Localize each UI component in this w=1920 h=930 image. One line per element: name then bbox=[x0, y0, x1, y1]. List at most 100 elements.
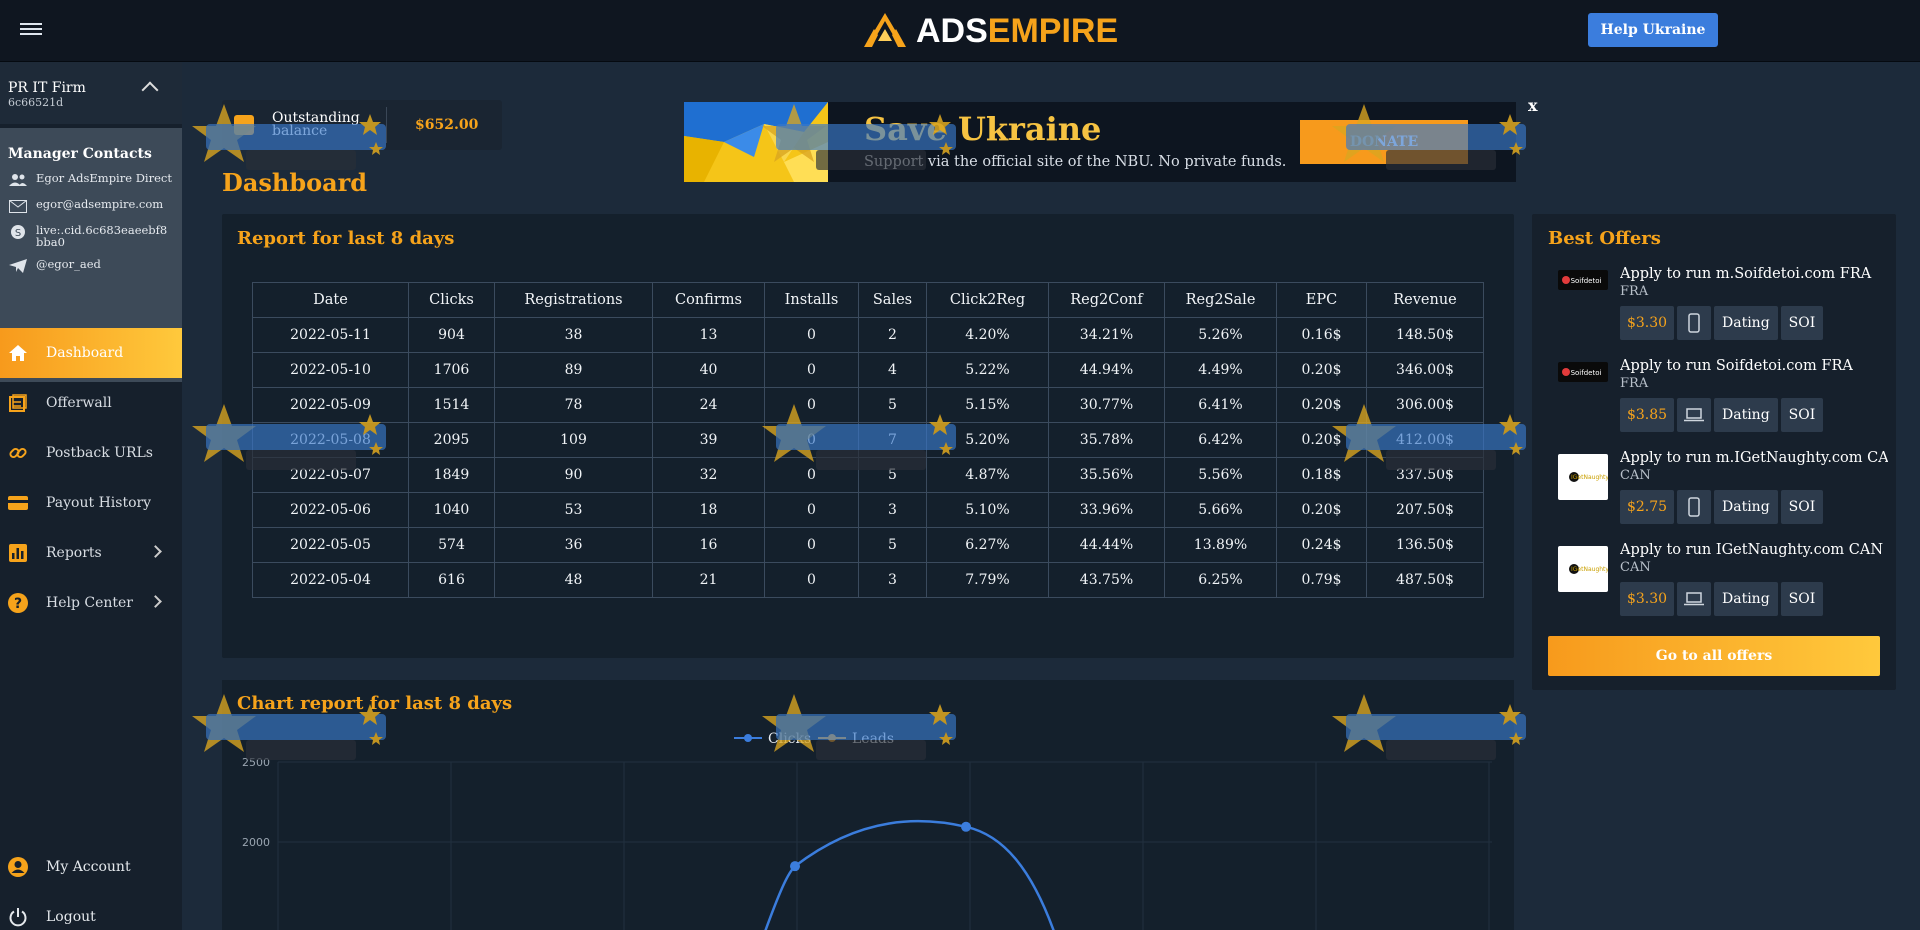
sidebar-item-postback[interactable]: Postback URLs bbox=[0, 428, 182, 478]
sidebar-item-dashboard[interactable]: Dashboard bbox=[0, 328, 182, 378]
best-offers-panel: Best Offers Soifdetoi Apply to run m.Soi… bbox=[1532, 214, 1896, 690]
contacts-title: Manager Contacts bbox=[8, 146, 152, 162]
table-cell: 0 bbox=[764, 422, 859, 458]
sidebar-item-offerwall[interactable]: Offerwall bbox=[0, 378, 182, 428]
table-cell: 40 bbox=[652, 352, 765, 388]
account-icon bbox=[8, 857, 28, 877]
offer-name[interactable]: Apply to run IGetNaughty.com CAN bbox=[1620, 542, 1888, 558]
contact-telegram[interactable]: @egor_aed bbox=[8, 258, 174, 274]
offer-tags: $2.75 Dating SOI bbox=[1620, 490, 1824, 524]
help-ukraine-button[interactable]: Help Ukraine bbox=[1588, 13, 1718, 47]
table-cell: 5.15% bbox=[926, 387, 1049, 423]
table-cell: 44.94% bbox=[1048, 352, 1165, 388]
table-cell: 2095 bbox=[408, 422, 495, 458]
table-cell: 13.89% bbox=[1164, 527, 1277, 563]
table-cell: 24 bbox=[652, 387, 765, 423]
offer-logo-soifdetoi: Soifdetoi bbox=[1558, 362, 1608, 382]
table-row: 2022-05-09 1514 78 24 0 5 5.15% 30.77% 6.41% 0.20… bbox=[252, 387, 1484, 423]
column-header: Click2Reg bbox=[926, 282, 1049, 318]
svg-text:IGetNaughty: IGetNaughty bbox=[1571, 566, 1608, 573]
table-row: 2022-05-05 574 36 16 0 5 6.27% 44.44% 13.89% 0.24… bbox=[252, 527, 1484, 563]
donate-button[interactable]: DONATE bbox=[1300, 120, 1468, 164]
desktop-icon bbox=[1677, 398, 1711, 432]
sidebar-item-logout[interactable]: Logout bbox=[0, 892, 182, 930]
sidebar-item-reports[interactable]: Reports bbox=[0, 528, 182, 578]
go-to-all-offers-button[interactable]: Go to all offers bbox=[1548, 636, 1880, 676]
offer-vertical: Dating bbox=[1714, 582, 1778, 616]
offer-name[interactable]: Apply to run m.Soifdetoi.com FRA bbox=[1620, 266, 1888, 282]
menu-icon[interactable] bbox=[20, 20, 42, 42]
chart-title: Chart report for last 8 days bbox=[237, 693, 512, 714]
offer-price: $3.30 bbox=[1620, 306, 1674, 340]
chevron-right-icon bbox=[149, 595, 162, 608]
chevron-right-icon bbox=[149, 545, 162, 558]
sidebar-item-label: Offerwall bbox=[46, 395, 112, 411]
table-cell: 0.20$ bbox=[1276, 352, 1367, 388]
table-cell: 5 bbox=[858, 457, 927, 493]
offer-name[interactable]: Apply to run Soifdetoi.com FRA bbox=[1620, 358, 1888, 374]
contact-manager-text: Egor AdsEmpire Direct bbox=[36, 171, 172, 185]
table-cell: 90 bbox=[494, 457, 653, 493]
y-tick-label: 2500 bbox=[242, 756, 270, 769]
column-header: Installs bbox=[764, 282, 859, 318]
table-row: 2022-05-11 904 38 13 0 2 4.20% 34.21% 5.26% 0.16$… bbox=[252, 317, 1484, 353]
sidebar-item-label: My Account bbox=[46, 859, 131, 875]
sidebar-item-payout-history[interactable]: Payout History bbox=[0, 478, 182, 528]
table-cell: 4.20% bbox=[926, 317, 1049, 353]
close-banner-button[interactable]: x bbox=[1528, 96, 1538, 115]
ukraine-flag-art bbox=[684, 102, 828, 182]
offer-card[interactable]: Soifdetoi Apply to run Soifdetoi.com FRA… bbox=[1558, 358, 1888, 444]
column-header: Clicks bbox=[408, 282, 495, 318]
firm-selector[interactable]: PR IT Firm 6c66521d bbox=[0, 62, 182, 124]
contact-email[interactable]: egor@adsempire.com bbox=[8, 198, 174, 214]
table-cell: 0.20$ bbox=[1276, 422, 1367, 458]
table-cell: 2022-05-04 bbox=[252, 562, 409, 598]
table-header-row: Date Clicks Registrations Confirms Insta… bbox=[252, 282, 1484, 318]
table-cell: 36 bbox=[494, 527, 653, 563]
offer-card[interactable]: Soifdetoi Apply to run m.Soifdetoi.com F… bbox=[1558, 266, 1888, 352]
sidebar-item-help-center[interactable]: ? Help Center bbox=[0, 578, 182, 628]
table-cell: 1706 bbox=[408, 352, 495, 388]
offer-tags: $3.30 Dating SOI bbox=[1620, 306, 1824, 340]
table-cell: 148.50$ bbox=[1366, 317, 1484, 353]
table-cell: 21 bbox=[652, 562, 765, 598]
banner-title: Save Ukraine bbox=[864, 110, 1102, 148]
table-cell: 574 bbox=[408, 527, 495, 563]
contact-skype-text: live:.cid.6c683eaeebf8bba0 bbox=[36, 223, 168, 249]
sidebar-item-label: Logout bbox=[46, 909, 96, 925]
sidebar-item-my-account[interactable]: My Account bbox=[0, 842, 182, 892]
table-cell: 48 bbox=[494, 562, 653, 598]
table-cell: 2022-05-05 bbox=[252, 527, 409, 563]
table-cell: 109 bbox=[494, 422, 653, 458]
contact-skype[interactable]: S live:.cid.6c683eaeebf8bba0 bbox=[8, 224, 174, 248]
table-cell: 0.20$ bbox=[1276, 387, 1367, 423]
svg-text:Soifdetoi: Soifdetoi bbox=[1571, 369, 1602, 377]
offer-tags: $3.30 Dating SOI bbox=[1620, 582, 1824, 616]
table-cell: 0 bbox=[764, 562, 859, 598]
outstanding-balance-card: Outstanding balance $652.00 bbox=[222, 100, 502, 150]
home-icon bbox=[8, 343, 28, 363]
table-cell: 616 bbox=[408, 562, 495, 598]
offer-type: SOI bbox=[1780, 306, 1824, 340]
table-cell: 412.00$ bbox=[1366, 422, 1484, 458]
chart-grid bbox=[277, 761, 1492, 930]
table-cell: 2 bbox=[858, 317, 927, 353]
table-cell: 35.78% bbox=[1048, 422, 1165, 458]
table-row: 2022-05-08 2095 109 39 0 7 5.20% 35.78% 6.42% 0.2… bbox=[252, 422, 1484, 458]
email-icon bbox=[8, 198, 28, 214]
sidebar: PR IT Firm 6c66521d Manager Contacts Ego… bbox=[0, 62, 182, 930]
offer-card[interactable]: IGetNaughty Apply to run IGetNaughty.com… bbox=[1558, 542, 1888, 628]
table-cell: 7.79% bbox=[926, 562, 1049, 598]
svg-text:Soifdetoi: Soifdetoi bbox=[1571, 277, 1602, 285]
column-header: Reg2Conf bbox=[1048, 282, 1165, 318]
offer-tags: $3.85 Dating SOI bbox=[1620, 398, 1824, 432]
offer-card[interactable]: IGetNaughty Apply to run m.IGetNaughty.c… bbox=[1558, 450, 1888, 536]
clicks-leads-chart: Chart report for last 8 days Clicks Leads… bbox=[237, 693, 1492, 930]
table-row: 2022-05-06 1040 53 18 0 3 5.10% 33.96% 5.66% 0.20… bbox=[252, 492, 1484, 528]
mobile-icon bbox=[1677, 306, 1711, 340]
divider bbox=[386, 107, 387, 143]
offers-title: Best Offers bbox=[1548, 228, 1661, 249]
adsempire-logo[interactable]: ADSEMPIRE bbox=[862, 10, 1118, 52]
table-cell: 7 bbox=[858, 422, 927, 458]
offer-name[interactable]: Apply to run m.IGetNaughty.com CA... bbox=[1620, 450, 1888, 466]
